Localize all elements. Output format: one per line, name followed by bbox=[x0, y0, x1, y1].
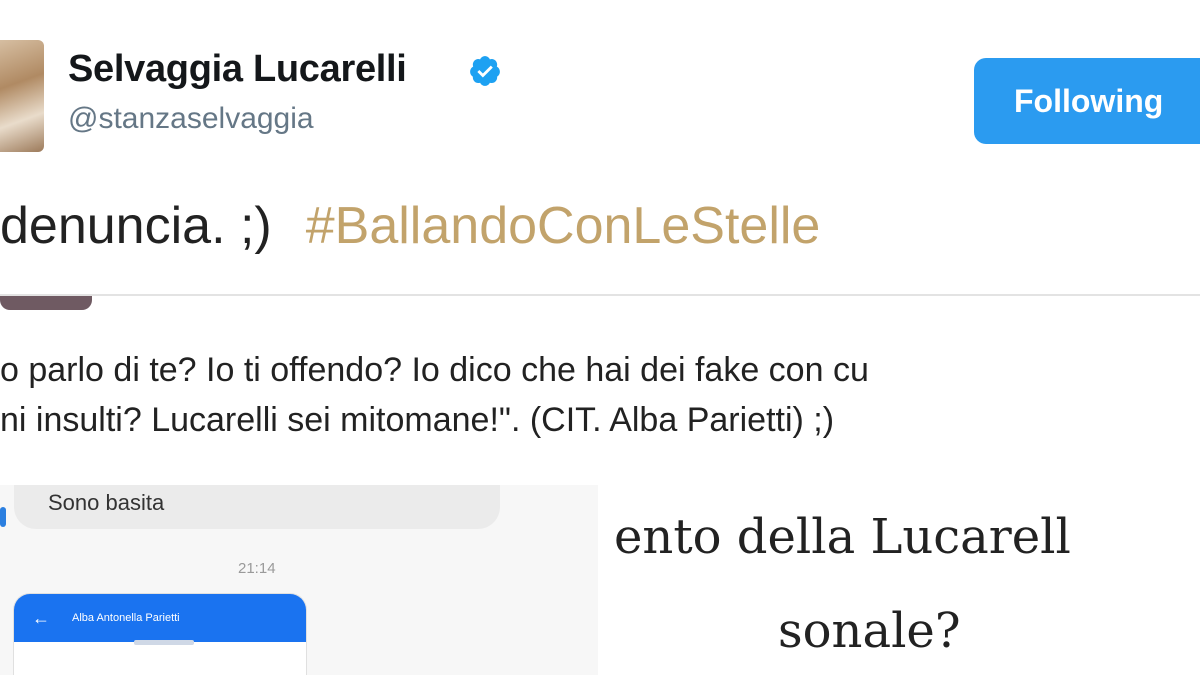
quoted-text-line-1: o parlo di te? Io ti offendo? Io dico ch… bbox=[0, 351, 869, 389]
chat-timestamp: 21:14 bbox=[238, 560, 276, 577]
following-button[interactable]: Following bbox=[974, 58, 1200, 144]
chat-screenshot: Sono basita 21:14 ← Alba Antonella Parie… bbox=[0, 485, 598, 675]
article-headline-line-1: ento della Lucarell bbox=[614, 509, 1071, 565]
embedded-chat-window: ← Alba Antonella Parietti bbox=[14, 594, 306, 675]
chat-bubble: Sono basita bbox=[14, 485, 500, 529]
tweet-body: denuncia. ;) bbox=[0, 197, 272, 255]
chat-message: Sono basita bbox=[48, 490, 165, 515]
avatar[interactable] bbox=[0, 40, 44, 152]
profile-handle[interactable]: @stanzaselvaggia bbox=[68, 102, 314, 136]
arrow-left-icon[interactable]: ← bbox=[32, 608, 50, 629]
quoted-image-edge bbox=[0, 296, 92, 310]
hashtag-link[interactable]: #BallandoConLeStelle bbox=[306, 197, 821, 255]
chat-header: ← Alba Antonella Parietti bbox=[14, 594, 306, 642]
divider bbox=[0, 294, 1200, 296]
chat-avatar-marker bbox=[0, 507, 6, 527]
verified-badge-icon bbox=[470, 56, 500, 86]
quoted-text: o parlo di te? Io ti offendo? Io dico ch… bbox=[0, 345, 869, 445]
chat-contact-name: Alba Antonella Parietti bbox=[72, 612, 180, 624]
panel-gap bbox=[598, 485, 608, 675]
quoted-text-line-2: ni insulti? Lucarelli sei mitomane!". (C… bbox=[0, 401, 835, 439]
article-headline-line-2: sonale? bbox=[778, 603, 961, 659]
profile-name[interactable]: Selvaggia Lucarelli bbox=[68, 48, 407, 91]
article-screenshot: ento della Lucarell sonale? bbox=[608, 485, 1200, 675]
chat-subtitle-placeholder bbox=[134, 640, 194, 645]
tweet-text: denuncia. ;) #BallandoConLeStelle bbox=[0, 196, 820, 256]
